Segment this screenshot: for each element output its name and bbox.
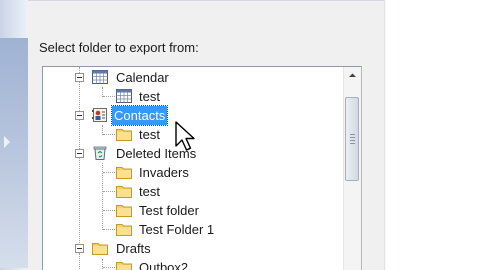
tree-item-label: test <box>139 184 160 199</box>
folder-icon <box>116 205 132 217</box>
grip-line <box>350 134 355 135</box>
contacts-icon <box>92 108 107 122</box>
tree-item-label: Contacts <box>110 105 169 126</box>
folder-icon <box>116 186 132 198</box>
mouse-cursor-icon <box>175 121 195 151</box>
tree-item-label: Test Folder 1 <box>139 222 215 237</box>
tree-item-label: test <box>139 127 160 142</box>
collapse-icon[interactable] <box>75 244 84 253</box>
collapse-icon[interactable] <box>75 111 84 120</box>
tree-item-deleted-test[interactable]: test <box>43 182 343 201</box>
folder-icon <box>92 243 108 255</box>
export-dialog: Select folder to export from: Calendar t… <box>28 0 385 270</box>
grip-line <box>350 137 355 138</box>
scroll-up-icon[interactable] <box>344 67 361 84</box>
calendar-icon <box>92 70 108 84</box>
background-panel <box>0 38 28 268</box>
arrow-icon <box>4 136 10 148</box>
calendar-icon <box>116 89 132 103</box>
recycle-bin-icon <box>93 146 107 160</box>
dialog-shadow <box>384 0 386 270</box>
vertical-scrollbar[interactable] <box>343 67 361 270</box>
folder-icon <box>116 167 132 179</box>
tree-item-test-folder-1[interactable]: Test Folder 1 <box>43 220 343 239</box>
background-window <box>0 0 28 270</box>
folder-icon <box>116 224 132 236</box>
tree-item-label: Invaders <box>139 165 189 180</box>
tree-item-outbox2[interactable]: Outbox2 <box>43 258 343 270</box>
tree-item-calendar-test[interactable]: test <box>43 87 343 106</box>
tree-item-label: test <box>139 89 160 104</box>
grip-line <box>350 140 355 141</box>
tree-item-calendar[interactable]: Calendar <box>43 68 343 87</box>
folder-prompt-label: Select folder to export from: <box>39 40 199 55</box>
tree-item-test-folder[interactable]: Test folder <box>43 201 343 220</box>
tree-item-label: Test folder <box>139 203 199 218</box>
folder-icon <box>116 129 132 141</box>
collapse-icon[interactable] <box>75 149 84 158</box>
scrollbar-thumb[interactable] <box>345 97 359 181</box>
tree-item-label: Outbox2 <box>139 260 189 270</box>
dialog-border <box>28 0 384 1</box>
grip-line <box>350 143 355 144</box>
tree-item-label: Calendar <box>116 70 169 85</box>
screen: Select folder to export from: Calendar t… <box>0 0 480 270</box>
collapse-icon[interactable] <box>75 73 84 82</box>
folder-icon <box>116 262 132 270</box>
tree-item-drafts[interactable]: Drafts <box>43 239 343 258</box>
tree-item-label: Drafts <box>116 241 151 256</box>
folder-tree[interactable]: Calendar test Contacts test Deleted Item… <box>42 66 362 270</box>
tree-item-invaders[interactable]: Invaders <box>43 163 343 182</box>
